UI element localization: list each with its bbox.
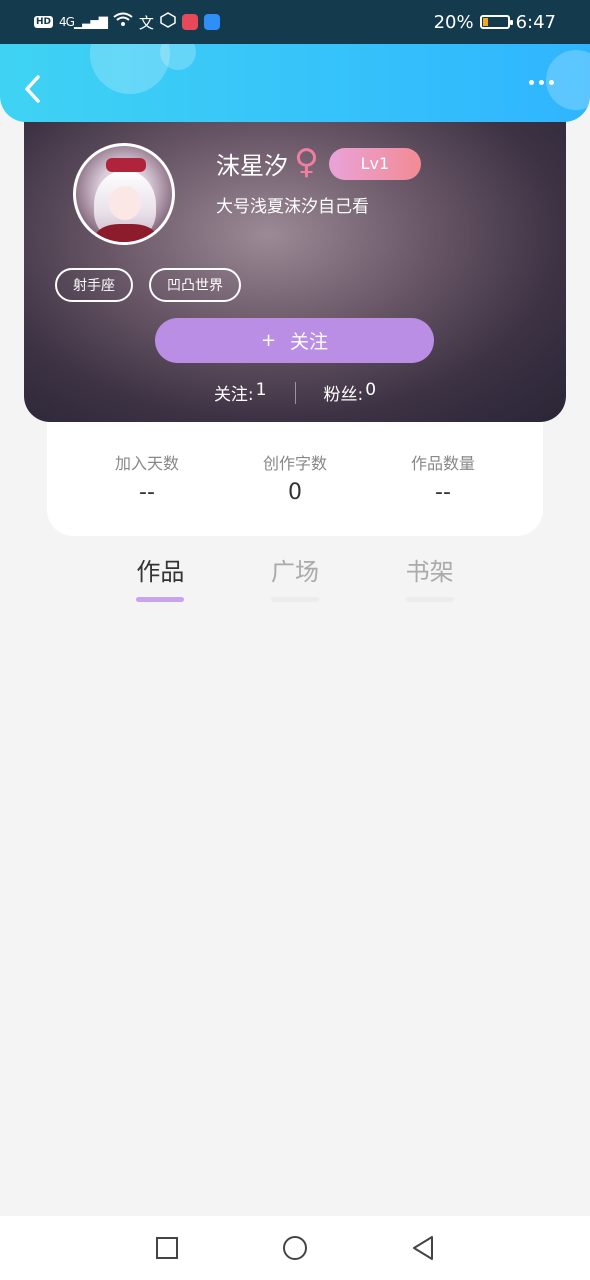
follow-button[interactable]: + 关注 [155,318,434,363]
hd-indicator: HD [34,16,54,28]
triangle-back-icon [413,1236,433,1260]
status-bar: HD 4G▁▃▅▇ 文 20% 6:47 [0,0,590,44]
tag-zodiac: 射手座 [55,268,133,302]
divider [294,381,296,404]
decor-bubble [90,44,170,94]
profile-card: 沫星汐 ♀ Lv1 大号浅夏沫汐自己看 射手座 凹凸世界 + 关注 关注: 1 … [24,110,566,422]
header-bar [0,44,590,122]
tag-fandom: 凹凸世界 [149,268,241,302]
status-left: HD 4G▁▃▅▇ 文 [34,11,220,33]
chevron-left-icon [25,75,40,103]
back-button[interactable] [18,72,46,106]
fans-count[interactable]: 粉丝: 0 [324,380,377,405]
cloud-app-icon [203,14,220,30]
stat-word-count: 创作字数 0 [262,454,327,505]
stats-card: 加入天数 -- 创作字数 0 作品数量 -- [47,422,543,536]
translate-icon: 文 [138,13,154,32]
more-dot [539,80,544,85]
user-signature: 大号浅夏沫汐自己看 [216,197,369,217]
home-button[interactable] [280,1233,310,1263]
level-badge: Lv1 [328,147,421,180]
more-button[interactable] [529,80,554,85]
avatar[interactable] [73,143,175,245]
plus-icon: + [260,330,277,351]
status-right: 20% 6:47 [434,12,556,33]
battery-percent: 20% [433,11,474,33]
square-icon [156,1237,178,1259]
reader-app-icon [181,14,198,30]
follow-counts: 关注: 1 粉丝: 0 [24,380,566,405]
network-type: 4G [59,15,75,29]
user-name: 沫星汐 [216,152,288,180]
battery-icon [479,15,513,29]
tab-works[interactable]: 作品 [93,552,228,602]
wifi-icon [113,12,133,33]
tab-bookshelf[interactable]: 书架 [362,552,497,602]
stat-works-count: 作品数量 -- [410,454,475,505]
signal-icon: 4G▁▃▅▇ [59,15,108,29]
tab-indicator [136,597,185,602]
female-icon: ♀ [294,141,319,182]
stat-join-days: 加入天数 -- [114,454,179,505]
gesture-icon [160,11,176,33]
tab-indicator [405,597,454,602]
follow-label: 关注 [290,331,329,353]
tab-square[interactable]: 广场 [228,552,363,602]
tag-list: 射手座 凹凸世界 [55,268,241,302]
content-tabs: 作品 广场 书架 [93,552,497,602]
system-nav-bar [0,1216,590,1280]
back-nav-button[interactable] [408,1233,438,1263]
more-dot [549,80,554,85]
more-dot [529,80,534,85]
tab-indicator [271,597,319,602]
clock: 6:47 [515,11,556,33]
name-row: 沫星汐 ♀ Lv1 [216,141,421,182]
following-count[interactable]: 关注: 1 [214,380,267,405]
circle-icon [283,1236,307,1260]
recents-button[interactable] [152,1233,182,1263]
